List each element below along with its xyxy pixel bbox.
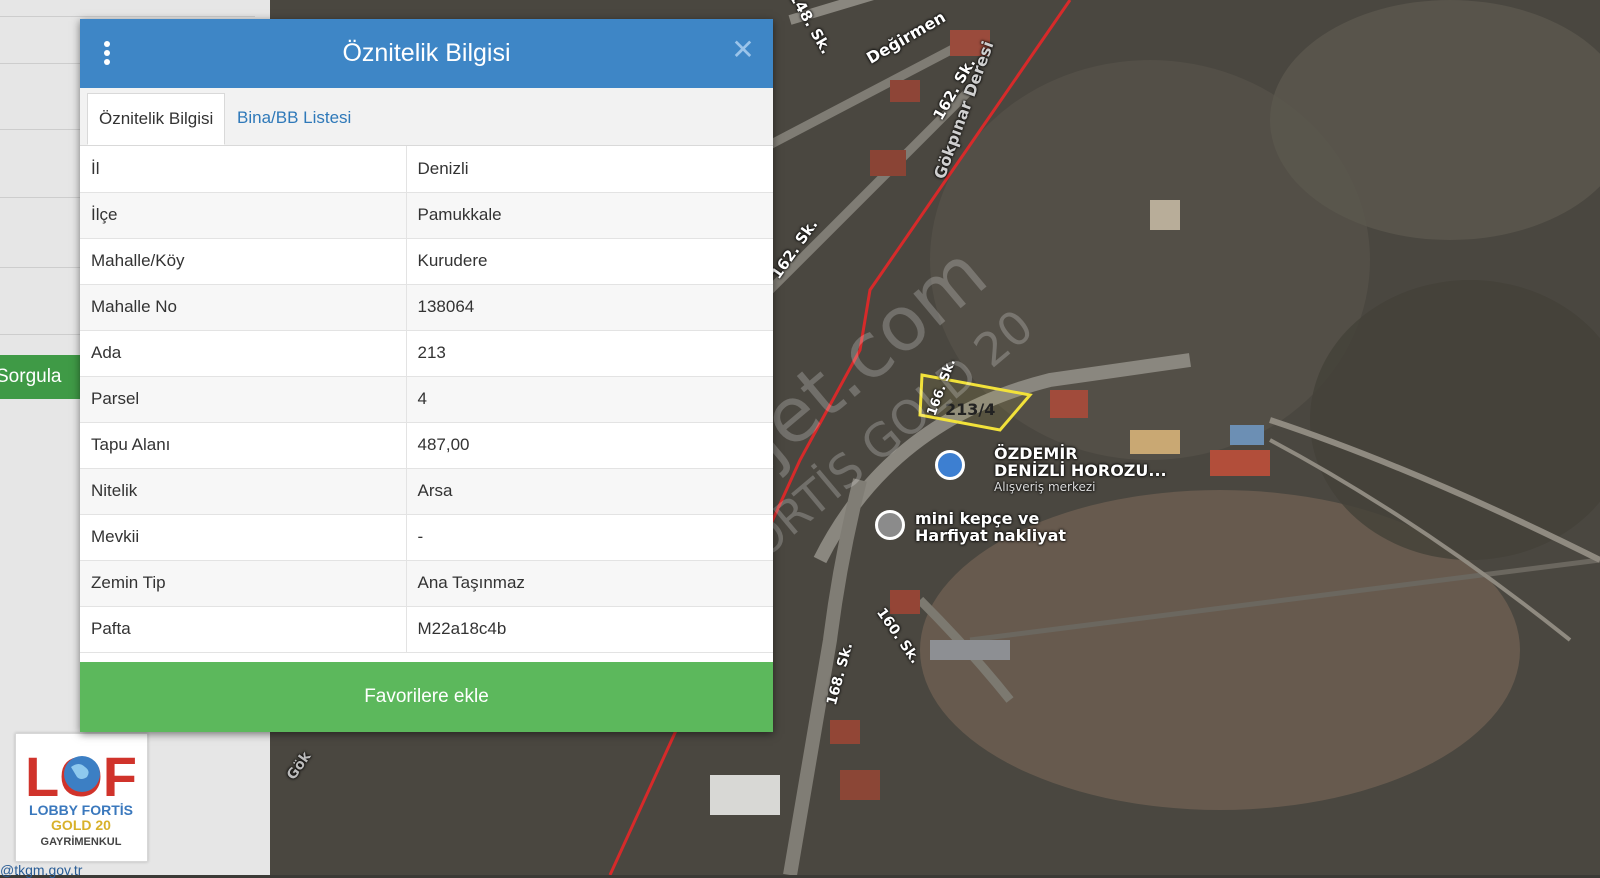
company-logo: LOF LOBBY FORTİS GOLD 20 GAYRİMENKUL	[15, 733, 148, 862]
attribute-value: 213	[406, 330, 773, 377]
lof-logo-graphic: LOF LOBBY FORTİS GOLD 20 GAYRİMENKUL	[25, 745, 137, 848]
shopping-pin-icon[interactable]	[935, 450, 965, 480]
table-row: Mahalle/Köy Kurudere	[80, 238, 773, 285]
attribute-value: Ana Taşınmaz	[406, 560, 773, 607]
attribute-value: M22a18c4b	[406, 606, 773, 653]
table-row: Mahalle No 138064	[80, 284, 773, 331]
table-row: Nitelik Arsa	[80, 468, 773, 515]
attribute-key: İl	[80, 146, 407, 193]
dialog-tabs: Öznitelik Bilgisi Bina/BB Listesi	[80, 88, 773, 146]
attribute-key: İlçe	[80, 192, 407, 239]
poi-name-line: DENİZLİ HOROZU...	[994, 461, 1167, 480]
table-row: İlçe Pamukkale	[80, 192, 773, 239]
attribute-value: 487,00	[406, 422, 773, 469]
poi-excavator[interactable]: mini kepçe ve Harfiyat nakliyat	[915, 510, 1066, 544]
attribute-key: Tapu Alanı	[80, 422, 407, 469]
attribute-key: Pafta	[80, 606, 407, 653]
poi-shopping[interactable]: ÖZDEMİR DENİZLİ HOROZU... Alışveriş merk…	[994, 445, 1167, 496]
table-row: İl Denizli	[80, 146, 773, 193]
tab-attribute-info[interactable]: Öznitelik Bilgisi	[87, 93, 226, 145]
attribute-value: Pamukkale	[406, 192, 773, 239]
poi-name-line: ÖZDEMİR	[994, 444, 1078, 463]
attribute-value: -	[406, 514, 773, 561]
table-row: Parsel 4	[80, 376, 773, 423]
table-row: Ada 213	[80, 330, 773, 377]
logo-line2: GOLD 20	[51, 817, 111, 833]
attribute-value: 4	[406, 376, 773, 423]
logo-line3: GAYRİMENKUL	[41, 835, 122, 848]
parcel-label: 213/4	[945, 400, 996, 419]
attribute-value: 138064	[406, 284, 773, 331]
attribute-key: Mahalle/Köy	[80, 238, 407, 285]
poi-name-line: Harfiyat nakliyat	[915, 526, 1067, 545]
attribute-table: İl Denizli İlçe Pamukkale Mahalle/Köy Kurud…	[80, 146, 773, 653]
logo-line1: LOBBY FORTİS	[29, 802, 133, 818]
poi-name-line: mini kepçe ve	[915, 509, 1040, 528]
attribute-value: Kurudere	[406, 238, 773, 285]
side-divider	[0, 15, 255, 17]
attribute-key: Ada	[80, 330, 407, 377]
attribute-key: Mahalle No	[80, 284, 407, 331]
tab-building-list[interactable]: Bina/BB Listesi	[226, 93, 362, 145]
table-row: Zemin Tip Ana Taşınmaz	[80, 560, 773, 607]
attribute-value: Arsa	[406, 468, 773, 515]
table-row: Pafta M22a18c4b	[80, 606, 773, 653]
attribute-key: Zemin Tip	[80, 560, 407, 607]
poi-category: Alışveriş merkezi	[994, 480, 1096, 494]
attribute-dialog: Öznitelik Bilgisi ✕ Öznitelik Bilgisi Bi…	[80, 19, 773, 732]
close-icon[interactable]: ✕	[729, 36, 757, 64]
attribute-value: Denizli	[406, 146, 773, 193]
table-row: Mevkii -	[80, 514, 773, 561]
attribute-key: Nitelik	[80, 468, 407, 515]
dialog-header: Öznitelik Bilgisi ✕	[80, 19, 773, 88]
attribute-key: Mevkii	[80, 514, 407, 561]
add-to-favorites-button[interactable]: Favorilere ekle	[80, 662, 773, 732]
location-pin-icon[interactable]	[875, 510, 905, 540]
table-row: Tapu Alanı 487,00	[80, 422, 773, 469]
tkgm-link[interactable]: @tkgm.gov.tr	[0, 862, 82, 878]
attribute-key: Parsel	[80, 376, 407, 423]
dialog-title: Öznitelik Bilgisi	[342, 39, 511, 67]
